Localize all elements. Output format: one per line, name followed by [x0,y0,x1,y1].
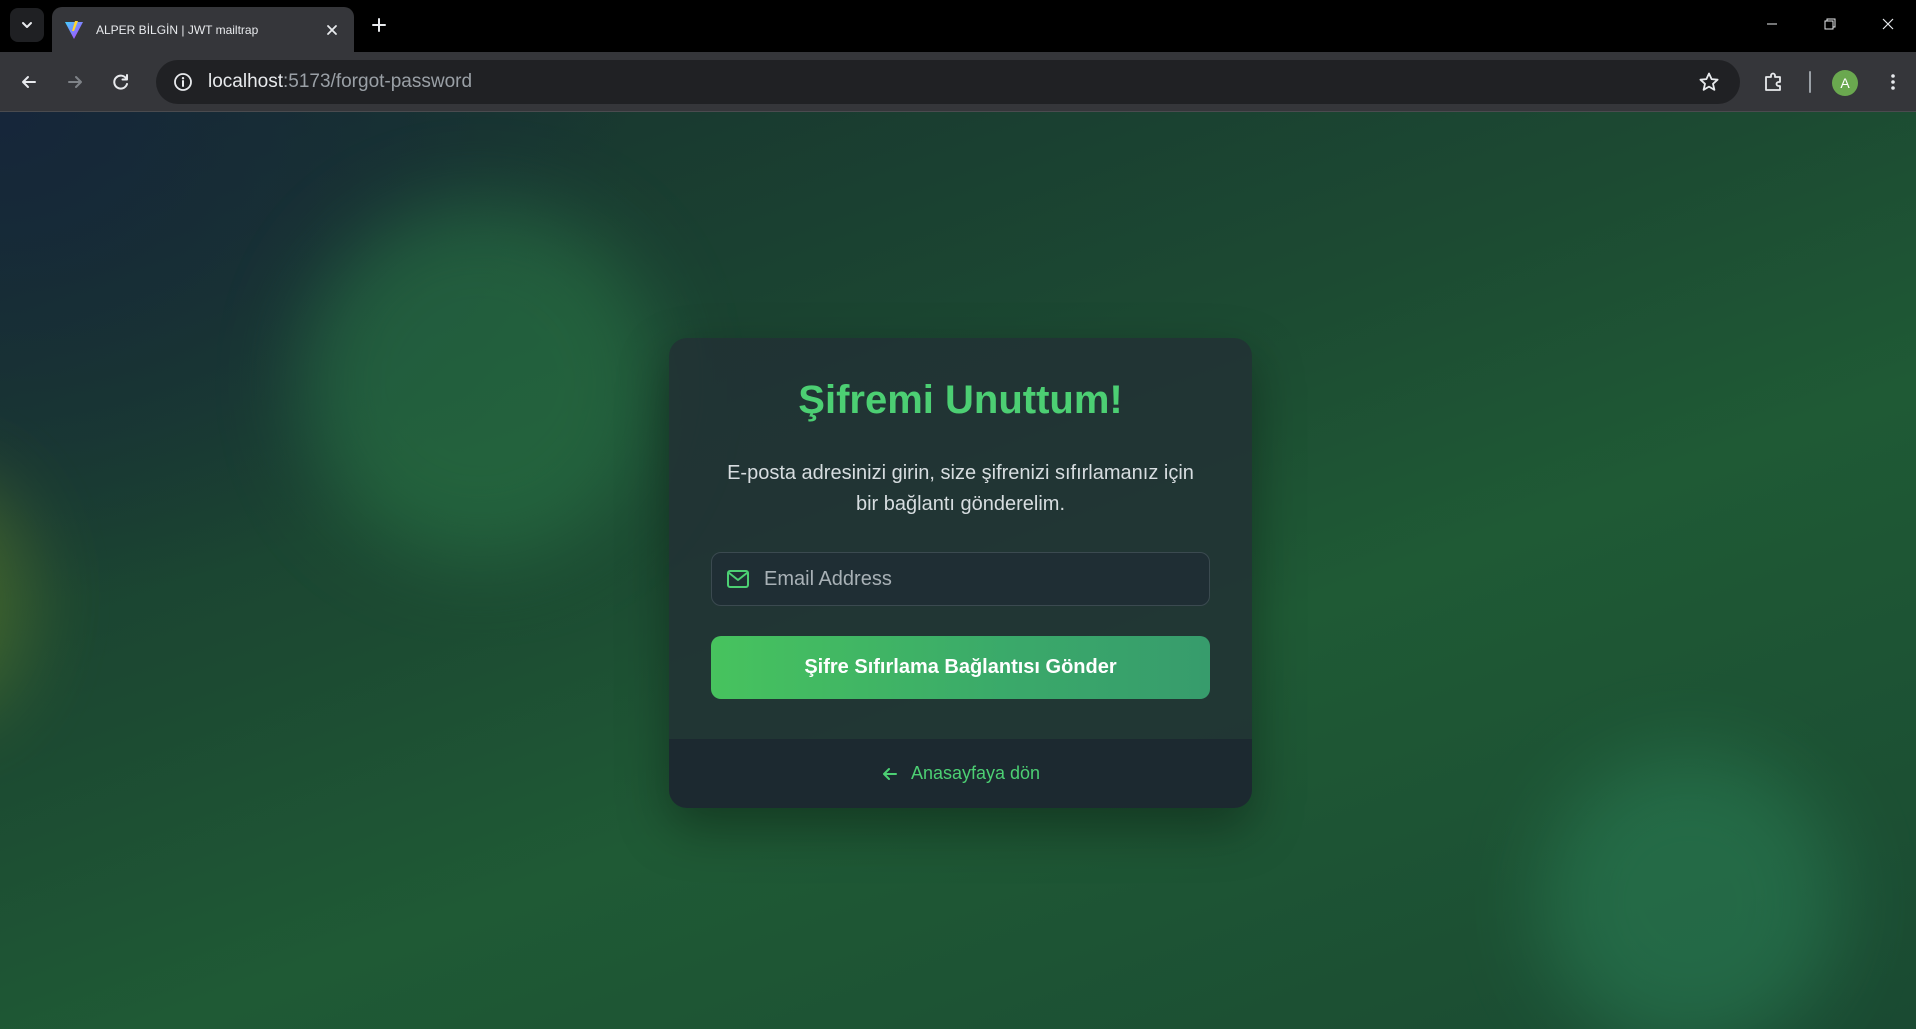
tab-close-button[interactable] [322,20,342,40]
forgot-password-card: Şifremi Unuttum! E-posta adresinizi giri… [669,338,1252,808]
email-input[interactable] [764,567,1195,591]
url-text[interactable]: localhost:5173/forgot-password [208,71,1694,93]
back-to-home-label: Anasayfaya dön [910,763,1041,783]
browser-tabstrip: ALPER BİLGİN | JWT mailtrap [0,0,1916,52]
puzzle-icon [1765,72,1781,91]
send-reset-link-button[interactable]: Şifre Sıfırlama Bağlantısı Gönder [711,636,1210,699]
close-icon [327,24,337,35]
url-host: localhost [208,71,283,92]
email-field[interactable] [711,552,1210,606]
page-title: Şifremi Unuttum! [798,378,1123,422]
page-viewport: Şifremi Unuttum! E-posta adresinizi giri… [0,112,1916,1029]
minimize-icon [1767,23,1777,25]
star-icon [1699,72,1719,91]
background-blob [300,202,660,562]
card-footer: Anasayfaya dön [669,739,1252,808]
arrow-right-icon [68,76,82,88]
site-info-button[interactable] [172,71,194,93]
address-bar[interactable]: localhost:5173/forgot-password [156,60,1740,104]
background-blob [0,472,30,722]
reload-icon [113,74,128,90]
more-vert-icon [1891,74,1895,90]
tab-search-button[interactable] [10,8,44,42]
browser-menu-button[interactable] [1878,67,1908,97]
arrow-left-icon [881,765,899,783]
page-subtitle: E-posta adresinizi girin, size şifrenizi… [727,462,1194,515]
info-icon [174,73,192,91]
minimize-button[interactable] [1750,6,1794,42]
arrow-left-icon [22,76,36,88]
browser-tab-active[interactable]: ALPER BİLGİN | JWT mailtrap [52,7,354,52]
new-tab-button[interactable] [366,12,392,38]
chevron-down-icon [22,22,32,28]
profile-avatar[interactable]: A [1832,70,1858,96]
restore-icon [1824,18,1836,30]
background-blob [1540,752,1840,1029]
reload-button[interactable] [103,64,139,100]
forward-button[interactable] [57,64,93,100]
back-to-home-link[interactable]: Anasayfaya dön [881,763,1040,784]
browser-toolbar: localhost:5173/forgot-password A [0,52,1916,112]
close-window-button[interactable] [1866,6,1910,42]
toolbar-divider [1809,71,1811,93]
close-icon [1882,18,1894,30]
restore-button[interactable] [1808,6,1852,42]
mail-icon [726,568,752,590]
plus-icon [372,18,386,32]
bookmark-button[interactable] [1694,67,1724,97]
extensions-button[interactable] [1759,67,1789,97]
vite-logo-icon [65,20,83,39]
url-path: :5173/forgot-password [283,71,473,92]
tab-title: ALPER BİLGİN | JWT mailtrap [96,22,259,37]
back-button[interactable] [11,64,47,100]
